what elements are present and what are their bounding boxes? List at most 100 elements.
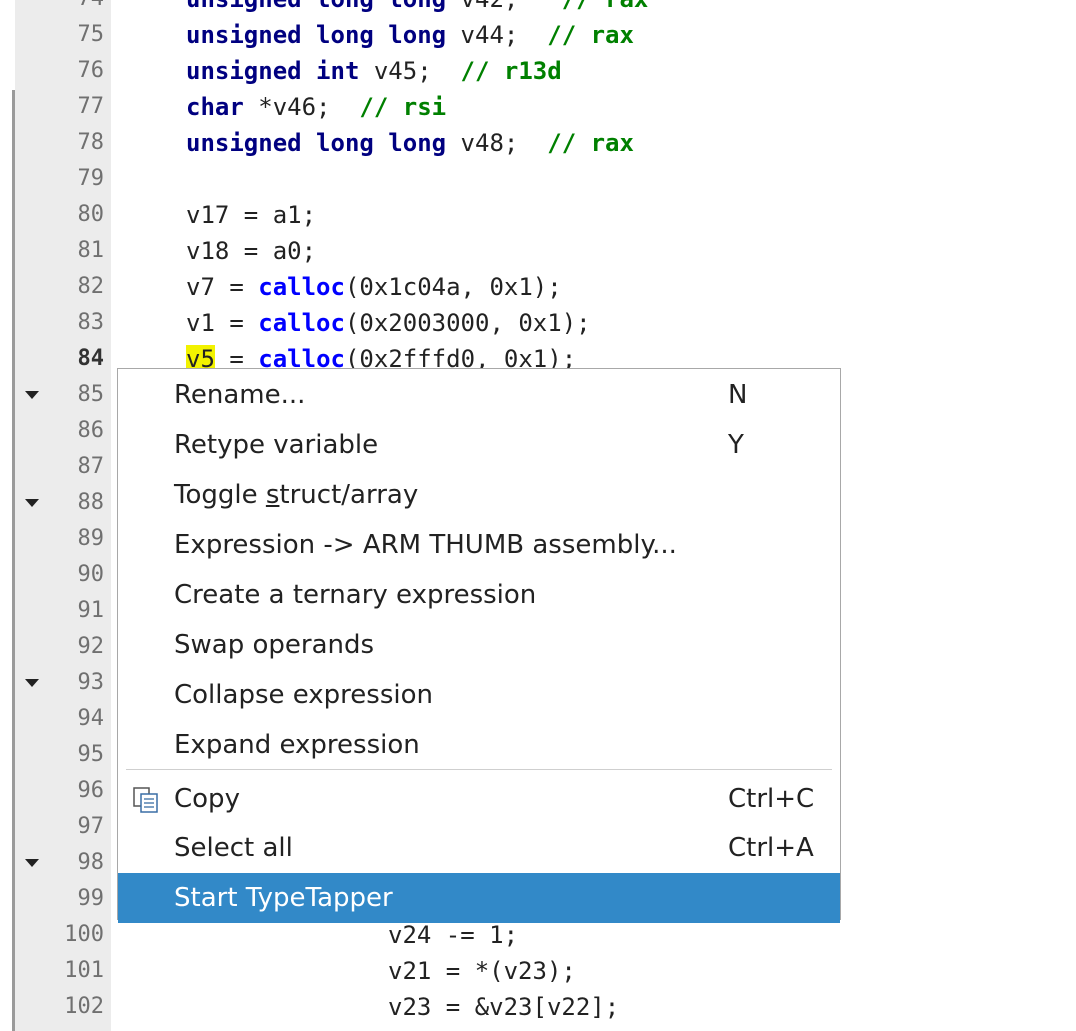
menu-item-start-typetapper[interactable]: Start TypeTapper <box>118 873 840 923</box>
code-token[interactable]: v48; <box>446 129 547 157</box>
menu-item-label: Expand expression <box>174 730 420 760</box>
copy-icon <box>133 787 158 813</box>
line-number: 87 <box>77 454 105 479</box>
menu-item-shortcut: N <box>728 380 748 410</box>
keyword-token[interactable]: unsigned int <box>186 57 359 85</box>
line-number: 75 <box>77 22 105 47</box>
code-token[interactable]: v1 = <box>186 309 258 337</box>
code-text[interactable]: v7 = calloc(0x1c04a, 0x1); <box>186 269 562 305</box>
menu-item-label: Create a ternary expression <box>174 580 537 610</box>
code-text[interactable]: v18 = a0; <box>186 233 316 269</box>
code-text[interactable]: unsigned long long v42; // rax <box>186 0 648 17</box>
code-text[interactable]: unsigned int v45; // r13d <box>186 53 562 89</box>
context-menu[interactable]: Rename... N Retype variable Y Toggle struct/… <box>117 368 841 923</box>
line-number: 100 <box>64 922 104 947</box>
label-part: truct/array <box>279 480 419 510</box>
code-text[interactable]: v21 = *(v23); <box>388 953 576 989</box>
line-number: 96 <box>77 778 105 803</box>
menu-item-label: Collapse expression <box>174 680 433 710</box>
line-number: 89 <box>77 526 105 551</box>
line-number: 86 <box>77 418 105 443</box>
line-number: 81 <box>77 238 105 263</box>
menu-item-retype-variable[interactable]: Retype variable Y <box>118 420 840 470</box>
keyword-token[interactable]: unsigned long long <box>186 0 446 13</box>
code-token[interactable]: v17 = a1; <box>186 201 316 229</box>
code-text[interactable]: v23 = &v23[v22]; <box>388 989 619 1025</box>
comment-token[interactable]: // rsi <box>359 93 446 121</box>
keyword-token[interactable]: char <box>186 93 244 121</box>
code-token[interactable]: v44; <box>446 21 547 49</box>
menu-item-label: Toggle struct/array <box>174 470 418 520</box>
code-line[interactable]: 74 unsigned long long v42; // rax <box>0 0 1076 17</box>
code-line[interactable]: 83 v1 = calloc(0x2003000, 0x1); <box>0 305 1076 341</box>
keyword-token[interactable]: unsigned long long <box>186 21 446 49</box>
menu-item-expand-expression[interactable]: Expand expression <box>118 720 840 770</box>
menu-item-shortcut: Ctrl+C <box>728 784 815 814</box>
line-number: 83 <box>77 310 105 335</box>
code-text[interactable]: unsigned long long v44; // rax <box>186 17 634 53</box>
code-line[interactable]: 101 v21 = *(v23); <box>0 953 1076 989</box>
line-number: 97 <box>77 814 105 839</box>
code-token[interactable]: *v46; <box>244 93 360 121</box>
menu-item-create-a-ternary-expression[interactable]: Create a ternary expression <box>118 570 840 620</box>
code-line[interactable]: 102 v23 = &v23[v22]; <box>0 989 1076 1025</box>
menu-item-label: Expression -> ARM THUMB assembly... <box>174 530 677 560</box>
line-number: 94 <box>77 706 105 731</box>
line-number: 98 <box>77 850 105 875</box>
line-number: 102 <box>64 994 104 1019</box>
mnemonic-letter: s <box>265 480 280 510</box>
code-line[interactable]: 77 char *v46; // rsi <box>0 89 1076 125</box>
code-line[interactable]: 80 v17 = a1; <box>0 197 1076 233</box>
comment-token[interactable]: // r13d <box>461 57 562 85</box>
code-text[interactable]: unsigned long long v48; // rax <box>186 125 634 161</box>
comment-token[interactable]: // rax <box>562 0 649 13</box>
menu-item-toggle-struct-array[interactable]: Toggle struct/array <box>118 470 840 520</box>
code-line[interactable]: 76 unsigned int v45; // r13d <box>0 53 1076 89</box>
line-number: 90 <box>77 562 105 587</box>
code-line[interactable]: 82 v7 = calloc(0x1c04a, 0x1); <box>0 269 1076 305</box>
code-token[interactable]: v45; <box>359 57 460 85</box>
code-token[interactable]: v42; <box>446 0 562 13</box>
menu-item-collapse-expression[interactable]: Collapse expression <box>118 670 840 720</box>
code-text[interactable]: char *v46; // rsi <box>186 89 446 125</box>
function-token[interactable]: calloc <box>258 309 345 337</box>
menu-item-label: Copy <box>174 784 240 814</box>
code-token[interactable]: v18 = a0; <box>186 237 316 265</box>
line-number: 92 <box>77 634 105 659</box>
code-token[interactable]: v7 = <box>186 273 258 301</box>
function-token[interactable]: calloc <box>258 273 345 301</box>
line-number: 85 <box>77 382 105 407</box>
menu-item-expression-arm-thumb-assembly[interactable]: Expression -> ARM THUMB assembly... <box>118 520 840 570</box>
code-line[interactable]: 79 <box>0 161 1076 197</box>
line-number: 82 <box>77 274 105 299</box>
line-number: 93 <box>77 670 105 695</box>
code-line[interactable]: 78 unsigned long long v48; // rax <box>0 125 1076 161</box>
menu-item-swap-operands[interactable]: Swap operands <box>118 620 840 670</box>
keyword-token[interactable]: unsigned long long <box>186 129 446 157</box>
line-number: 88 <box>77 490 105 515</box>
line-number: 79 <box>77 166 105 191</box>
menu-item-rename[interactable]: Rename... N <box>118 370 840 420</box>
code-text[interactable]: v1 = calloc(0x2003000, 0x1); <box>186 305 591 341</box>
comment-token[interactable]: // rax <box>547 21 634 49</box>
label-part: Toggle <box>174 480 266 510</box>
menu-item-copy[interactable]: Copy Ctrl+C <box>118 774 840 824</box>
code-token[interactable]: (0x2003000, 0x1); <box>345 309 591 337</box>
code-token[interactable]: (0x1c04a, 0x1); <box>345 273 562 301</box>
line-number: 91 <box>77 598 105 623</box>
comment-token[interactable]: // rax <box>547 129 634 157</box>
code-text[interactable]: v17 = a1; <box>186 197 316 233</box>
menu-item-label: Start TypeTapper <box>174 883 393 913</box>
line-number: 78 <box>77 130 105 155</box>
menu-item-shortcut: Y <box>728 430 744 460</box>
menu-item-select-all[interactable]: Select all Ctrl+A <box>118 823 840 873</box>
line-number: 99 <box>77 886 105 911</box>
code-line[interactable]: 75 unsigned long long v44; // rax <box>0 17 1076 53</box>
code-token[interactable]: v21 = *(v23); <box>388 957 576 985</box>
code-token[interactable]: v24 -= 1; <box>388 921 518 949</box>
line-number: 74 <box>15 0 105 17</box>
line-number: 76 <box>77 58 105 83</box>
code-line[interactable]: 81 v18 = a0; <box>0 233 1076 269</box>
menu-item-label: Retype variable <box>174 430 379 460</box>
code-token[interactable]: v23 = &v23[v22]; <box>388 993 619 1021</box>
